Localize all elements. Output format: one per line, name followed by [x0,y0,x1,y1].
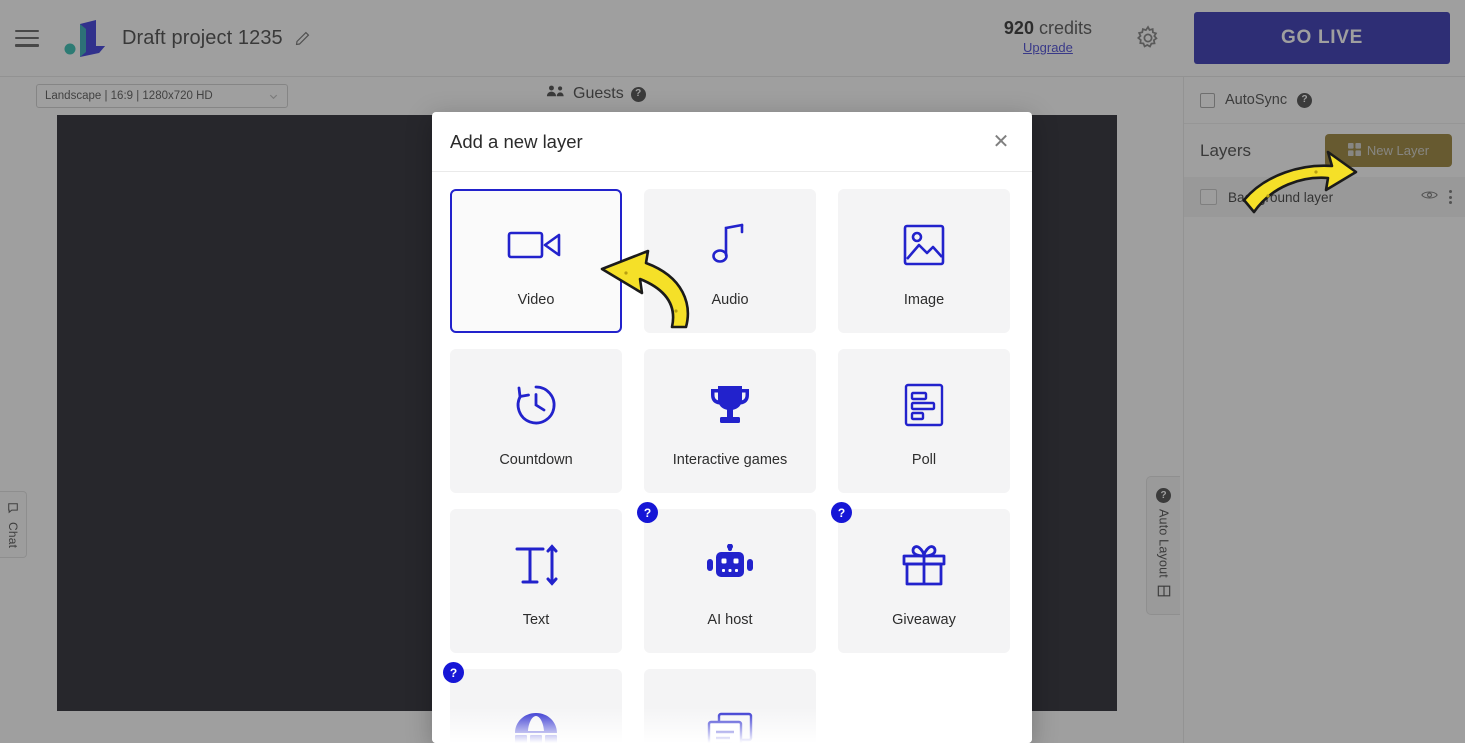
layer-type-grid: Video Audio Image Countdown Interactive … [443,189,1014,743]
video-camera-icon [507,214,565,276]
layer-type-ai-host[interactable]: ? AI host [637,502,816,653]
layer-type-label: Countdown [499,452,573,468]
layer-type-video[interactable]: Video [450,189,622,333]
music-note-icon [710,214,750,276]
layer-type-text[interactable]: Text [450,509,622,653]
web-help-badge-icon[interactable]: ? [443,662,464,683]
clock-rewind-icon [513,374,559,436]
globe-icon [512,702,560,743]
layer-type-slides[interactable] [644,669,816,743]
layer-type-label: AI host [707,612,753,628]
layer-type-label: Poll [911,452,937,468]
layer-type-countdown[interactable]: Countdown [450,349,622,493]
layer-type-label: Interactive games [672,452,788,468]
layer-type-label: Image [903,292,945,308]
slides-icon [706,702,754,743]
add-layer-modal: Add a new layer ✕ Video Audio Image Coun… [432,112,1032,743]
poll-bars-icon [903,374,945,436]
layer-type-giveaway[interactable]: ? Giveaway [831,502,1010,653]
layer-type-label: Giveaway [892,612,956,628]
trophy-icon [706,374,754,436]
layer-type-label: Audio [711,292,749,308]
layer-type-audio[interactable]: Audio [644,189,816,333]
image-icon [902,214,946,276]
layer-type-label: Text [522,612,550,628]
ai-host-help-badge-icon[interactable]: ? [637,502,658,523]
close-icon[interactable]: ✕ [988,129,1014,155]
text-size-icon [512,534,560,596]
layer-type-poll[interactable]: Poll [838,349,1010,493]
app-root: Draft project 1235 920 credits Upgrade G… [0,0,1465,743]
robot-icon [704,534,756,596]
modal-title: Add a new layer [450,130,583,152]
gift-icon [900,534,948,596]
layer-type-interactive-games[interactable]: Interactive games [644,349,816,493]
modal-header: Add a new layer ✕ [432,112,1032,172]
layer-type-label: Video [517,292,555,308]
layer-type-image[interactable]: Image [838,189,1010,333]
modal-body: Video Audio Image Countdown Interactive … [432,172,1032,743]
giveaway-help-badge-icon[interactable]: ? [831,502,852,523]
layer-type-web[interactable]: ? [443,662,622,743]
